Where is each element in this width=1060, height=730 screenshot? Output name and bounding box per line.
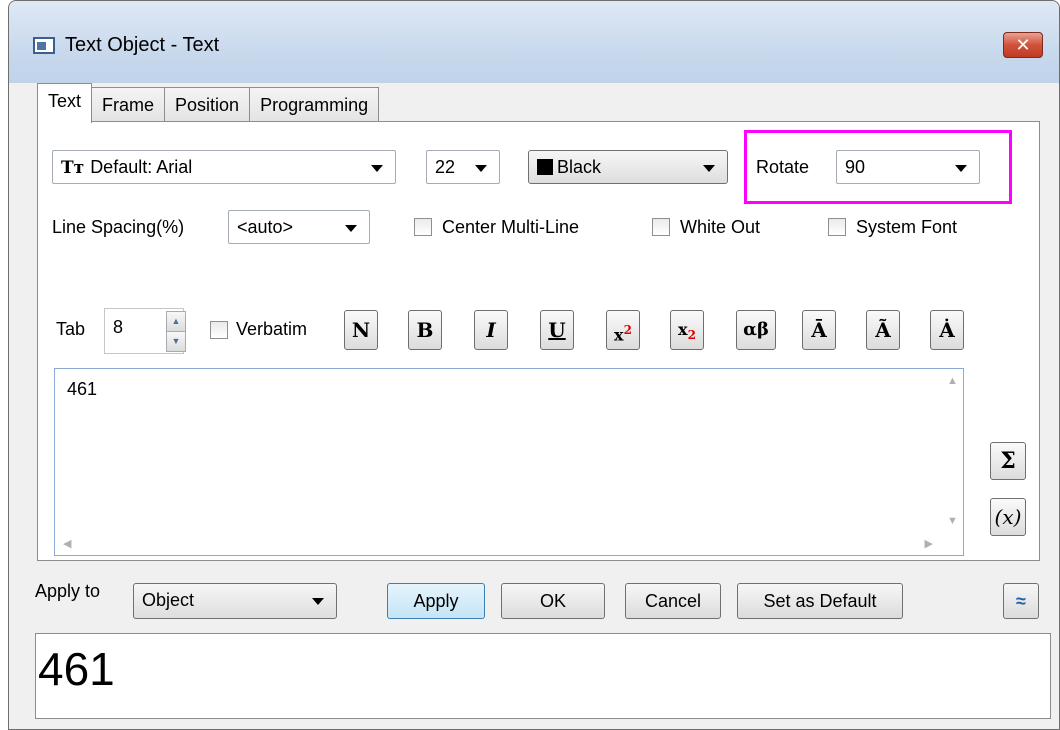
preview-text: 461: [38, 643, 115, 695]
set-as-default-button[interactable]: Set as Default: [737, 583, 903, 619]
apply-to-label: Apply to: [35, 581, 101, 601]
font-select[interactable]: Tт Default: Arial: [52, 150, 396, 184]
bold-button[interactable]: B: [408, 310, 442, 350]
underline-button[interactable]: U: [540, 310, 574, 350]
scroll-right-arrow-icon[interactable]: ▶: [925, 537, 933, 550]
center-multiline-checkbox[interactable]: [414, 218, 432, 236]
system-font-checkbox[interactable]: [828, 218, 846, 236]
superscript-base: x: [614, 325, 624, 345]
variable-button[interactable]: (x): [990, 498, 1026, 536]
font-size-value: 22: [435, 157, 456, 177]
rotate-value: 90: [845, 157, 866, 177]
preview-pane: 461: [35, 633, 1051, 719]
text-editor[interactable]: 461 ▲ ▼ ◀ ▶: [54, 368, 964, 556]
line-spacing-label: Line Spacing(%): [52, 217, 185, 237]
dialog-body: Text Frame Position Programming Tт Defaul…: [9, 83, 1059, 729]
center-multiline-label: Center Multi-Line: [442, 217, 580, 237]
sum-button[interactable]: Σ: [990, 442, 1026, 480]
verbatim-checkbox[interactable]: [210, 321, 228, 339]
close-button[interactable]: ✕: [1003, 32, 1043, 58]
line-spacing-select[interactable]: <auto>: [228, 210, 370, 244]
tab-frame[interactable]: Frame: [91, 87, 166, 123]
chevron-down-icon: [703, 165, 715, 172]
scroll-down-arrow-icon[interactable]: ▼: [947, 515, 958, 527]
cancel-button[interactable]: Cancel: [625, 583, 721, 619]
subscript-index: 2: [687, 328, 696, 343]
editor-content: 461: [67, 379, 98, 399]
truetype-font-icon: Tт: [61, 158, 85, 178]
scroll-left-arrow-icon[interactable]: ◀: [63, 537, 71, 550]
subscript-base: x: [678, 320, 688, 339]
apply-to-select[interactable]: Object: [133, 583, 337, 619]
tab-programming[interactable]: Programming: [249, 87, 380, 123]
chevron-down-icon: [345, 225, 357, 232]
scroll-up-arrow-icon[interactable]: ▲: [947, 375, 958, 387]
italic-button[interactable]: I: [474, 310, 508, 350]
tab-size-label: Tab: [56, 319, 86, 339]
verbatim-label: Verbatim: [236, 319, 308, 339]
collapse-chevron-up-icon[interactable]: ≈: [1003, 583, 1039, 619]
spin-down-button[interactable]: ▼: [166, 331, 186, 352]
tab-strip: Text Frame Position Programming: [37, 83, 380, 123]
rotate-label: Rotate: [756, 157, 810, 177]
font-select-value: Default: Arial: [90, 157, 193, 177]
greek-button[interactable]: αβ: [736, 310, 776, 350]
dot-accent-button[interactable]: Ȧ: [930, 310, 964, 350]
chevron-down-icon: [312, 598, 324, 605]
chevron-down-icon: [475, 165, 487, 172]
vertical-scrollbar[interactable]: ▲ ▼: [941, 369, 963, 533]
window-icon: [33, 37, 55, 54]
superscript-button[interactable]: x2: [606, 310, 640, 350]
ok-button[interactable]: OK: [501, 583, 605, 619]
chevron-down-icon: [371, 165, 383, 172]
title-bar: Text Object - Text ✕: [9, 1, 1059, 83]
color-select[interactable]: Black: [528, 150, 728, 184]
overbar-button[interactable]: Ā: [802, 310, 836, 350]
apply-button[interactable]: Apply: [387, 583, 485, 619]
color-swatch: [537, 159, 553, 175]
tilde-button[interactable]: Ã: [866, 310, 900, 350]
window-title: Text Object - Text: [65, 34, 220, 56]
horizontal-scrollbar[interactable]: ◀ ▶: [55, 533, 941, 555]
line-spacing-value: <auto>: [237, 217, 294, 237]
font-size-select[interactable]: 22: [426, 150, 500, 184]
rotate-select[interactable]: 90: [836, 150, 980, 184]
tab-position[interactable]: Position: [164, 87, 251, 123]
system-font-label: System Font: [856, 217, 958, 237]
text-object-dialog: Text Object - Text ✕ Text Frame Position…: [8, 0, 1060, 730]
subscript-button[interactable]: x2: [670, 310, 704, 350]
color-select-value: Black: [557, 157, 602, 177]
superscript-exponent: 2: [623, 323, 632, 337]
chevron-down-icon: [955, 165, 967, 172]
text-tab-panel: Tт Default: Arial 22 Black Rotate 90 Line…: [37, 121, 1040, 561]
normal-format-button[interactable]: N: [344, 310, 378, 350]
apply-to-value: Object: [142, 590, 195, 610]
tab-text[interactable]: Text: [37, 83, 93, 123]
white-out-checkbox[interactable]: [652, 218, 670, 236]
spin-up-button[interactable]: ▲: [166, 311, 186, 332]
white-out-label: White Out: [680, 217, 761, 237]
